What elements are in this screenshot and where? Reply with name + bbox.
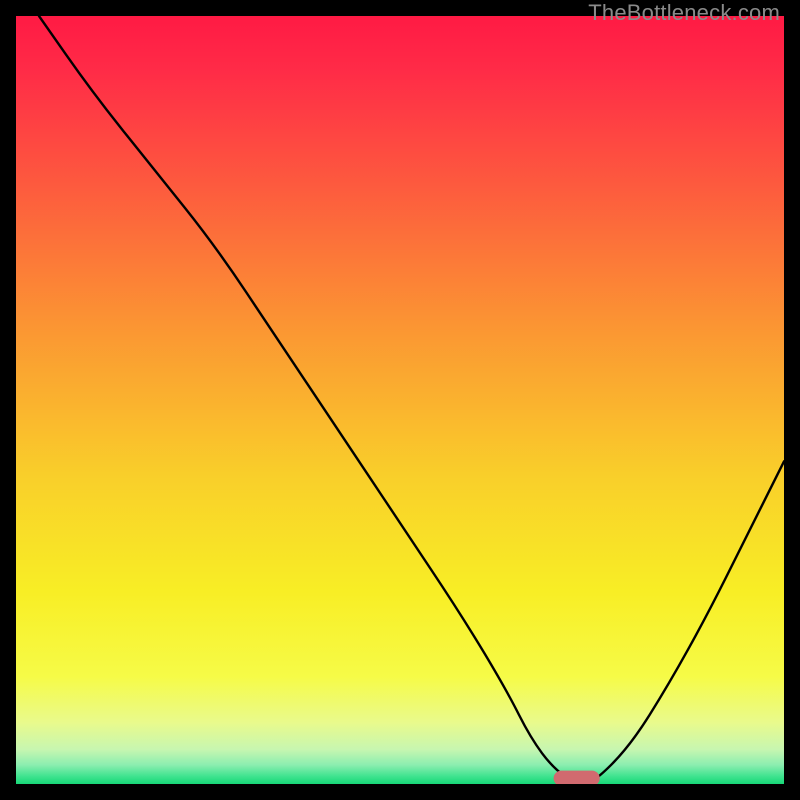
bottleneck-chart bbox=[16, 16, 784, 784]
chart-frame bbox=[16, 16, 784, 784]
watermark-text: TheBottleneck.com bbox=[588, 0, 780, 26]
gradient-background bbox=[16, 16, 784, 784]
optimum-marker bbox=[554, 771, 600, 784]
